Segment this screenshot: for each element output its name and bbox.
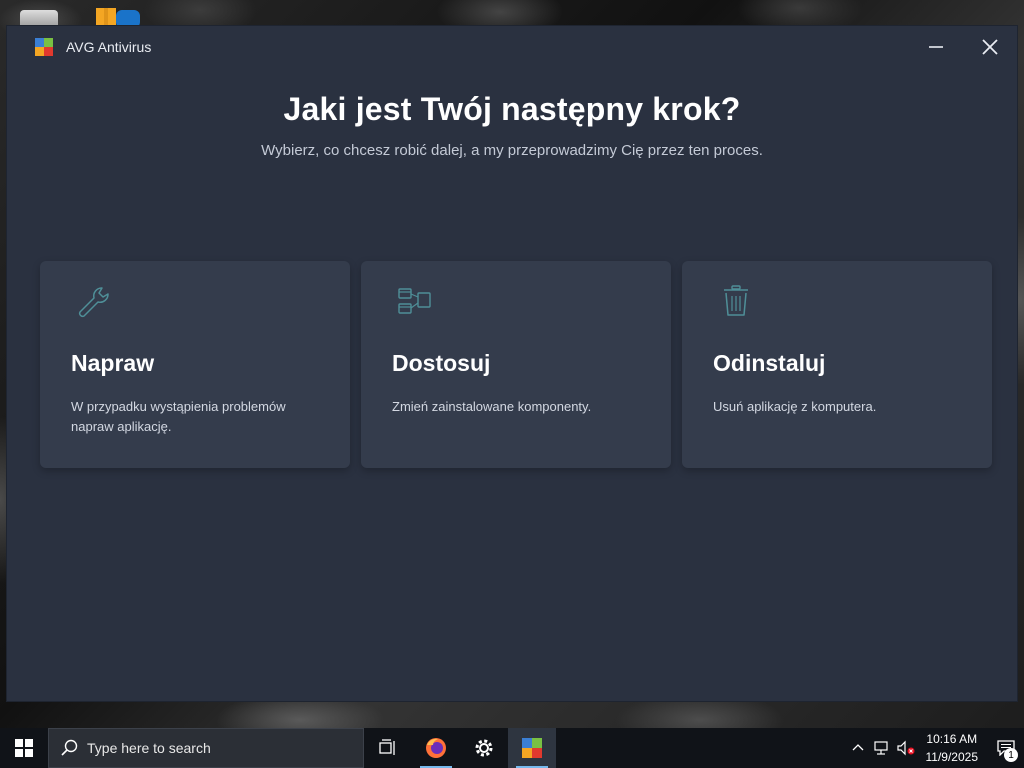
repair-card-title: Napraw: [71, 350, 155, 376]
action-cards: Napraw W przypadku wystąpienia problemów…: [40, 261, 992, 468]
search-icon: [61, 739, 78, 756]
customize-card-description: Zmień zainstalowane komponenty.: [392, 399, 592, 414]
task-view-button[interactable]: [364, 728, 412, 768]
customize-card-title: Dostosuj: [392, 350, 491, 376]
components-icon: [398, 288, 431, 314]
firefox-icon: [426, 738, 446, 758]
avg-taskbar-icon: [522, 738, 542, 758]
network-icon: [873, 741, 888, 755]
start-button[interactable]: [0, 728, 48, 768]
uninstall-card-description: Usuń aplikację z komputera.: [713, 399, 877, 414]
avg-logo-icon: [35, 38, 53, 56]
wrench-icon: [78, 287, 109, 318]
clock-time: 10:16 AM: [926, 732, 978, 746]
gear-icon: [475, 739, 493, 757]
uninstall-card[interactable]: Odinstaluj Usuń aplikację z komputera.: [682, 261, 992, 468]
close-button[interactable]: [963, 26, 1017, 68]
volume-button[interactable]: [894, 740, 918, 756]
taskbar-settings[interactable]: [460, 728, 508, 768]
clock-date: 11/9/2025: [925, 750, 979, 764]
uninstall-card-title: Odinstaluj: [713, 350, 826, 376]
customize-card[interactable]: Dostosuj Zmień zainstalowane komponenty.: [361, 261, 671, 468]
action-center-button[interactable]: 1: [988, 728, 1024, 768]
page-heading: Jaki jest Twój następny krok?: [283, 91, 741, 127]
trash-icon: [724, 285, 748, 316]
network-button[interactable]: [870, 740, 894, 756]
avg-desktop-icon[interactable]: [94, 4, 140, 28]
taskbar-search-box[interactable]: Type here to search: [48, 728, 364, 768]
window-title: AVG Antivirus: [66, 39, 152, 55]
task-view-icon: [379, 739, 395, 755]
search-placeholder: Type here to search: [87, 740, 211, 756]
taskbar-clock[interactable]: 10:16 AM 11/9/2025: [926, 730, 979, 766]
page-subheading: Wybierz, co chcesz robić dalej, a my prz…: [261, 142, 763, 159]
notification-count-badge: 1: [1004, 748, 1018, 762]
taskbar: Type here to search 10:16 AM 11/9/2025 1: [0, 728, 1024, 768]
volume-muted-icon: [896, 740, 914, 756]
avg-window: AVG Antivirus Jaki jest Twój następny kr…: [7, 26, 1017, 701]
close-icon: [982, 39, 998, 55]
title-bar[interactable]: AVG Antivirus: [7, 26, 1017, 68]
taskbar-firefox[interactable]: [412, 728, 460, 768]
taskbar-avg[interactable]: [508, 728, 556, 768]
show-hidden-icons-button[interactable]: [846, 742, 870, 754]
repair-card[interactable]: Napraw W przypadku wystąpienia problemów…: [40, 261, 350, 468]
minimize-button[interactable]: [909, 26, 963, 68]
repair-card-description: W przypadku wystąpienia problemów napraw…: [71, 399, 286, 434]
windows-logo-icon: [15, 739, 33, 757]
system-tray: 10:16 AM 11/9/2025 1: [846, 728, 1024, 768]
recycle-bin-desktop-icon[interactable]: [18, 4, 62, 28]
minimize-icon: [929, 46, 943, 48]
chevron-up-icon: [852, 744, 863, 751]
